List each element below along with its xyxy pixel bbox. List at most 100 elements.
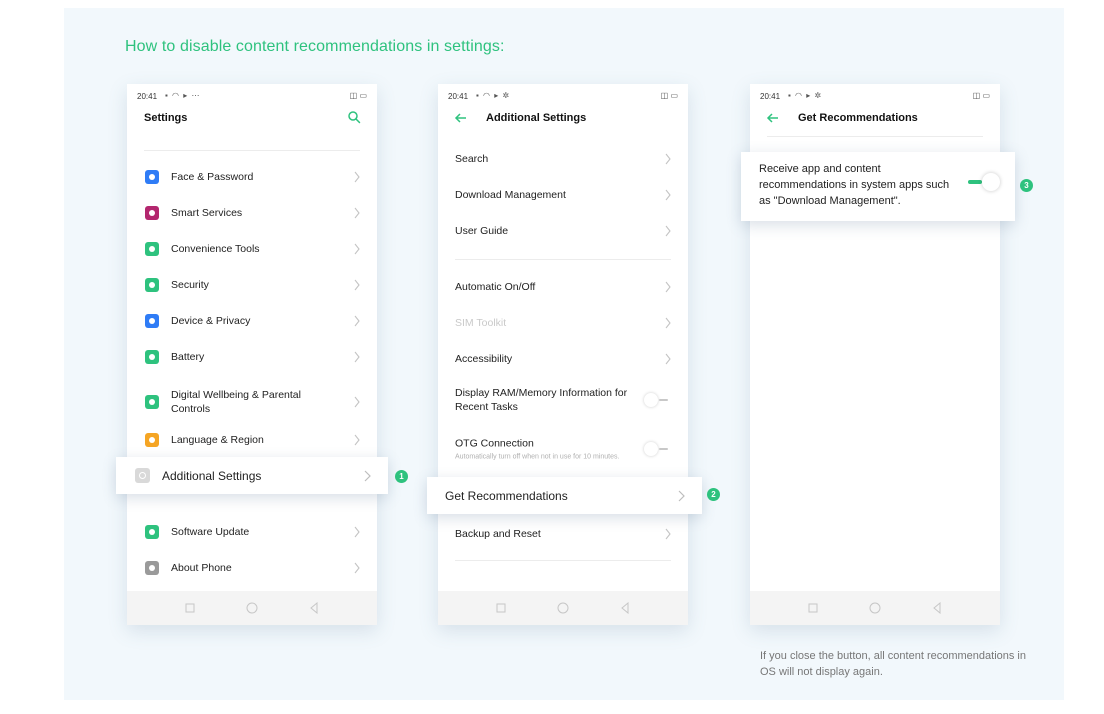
settings-item-label: Language & Region bbox=[171, 434, 264, 446]
home-icon[interactable] bbox=[869, 602, 881, 614]
callout-label: Get Recommendations bbox=[445, 488, 568, 503]
chevron-right-icon bbox=[354, 526, 360, 538]
home-icon[interactable] bbox=[557, 602, 569, 614]
settings-item[interactable]: OTG Connection Automatically turn off whe… bbox=[438, 424, 688, 474]
additional-settings-callout[interactable]: Additional Settings bbox=[116, 457, 388, 494]
chevron-right-icon bbox=[354, 351, 360, 363]
settings-item[interactable]: Automatic On/Off bbox=[438, 269, 688, 305]
chevron-right-icon bbox=[665, 353, 671, 365]
step-badge-1: 1 bbox=[395, 470, 408, 483]
phone-additional-settings-screen: 20:41 ▪ ◠ ▸ ✲ ◫ ▭ Additional Settings Se… bbox=[438, 84, 688, 625]
navigation-bar bbox=[438, 591, 688, 625]
back-nav-icon[interactable] bbox=[619, 602, 631, 614]
chevron-right-icon bbox=[354, 396, 360, 408]
home-icon[interactable] bbox=[246, 602, 258, 614]
settings-item[interactable]: Digital Wellbeing & Parental Controls bbox=[127, 380, 377, 424]
smart-services-icon bbox=[145, 206, 159, 220]
face-password-icon bbox=[145, 170, 159, 184]
chevron-right-icon bbox=[665, 189, 671, 201]
chevron-right-icon bbox=[354, 562, 360, 574]
page-title: Additional Settings bbox=[486, 112, 587, 124]
status-time: 20:41 bbox=[448, 92, 469, 101]
chevron-right-icon bbox=[354, 279, 360, 291]
recent-apps-icon[interactable] bbox=[184, 602, 196, 614]
callout-label: Additional Settings bbox=[162, 468, 262, 483]
settings-item-label: OTG Connection bbox=[455, 437, 534, 450]
chevron-right-icon bbox=[665, 225, 671, 237]
settings-item[interactable]: Download Management bbox=[438, 177, 688, 213]
digital-wellbeing-icon bbox=[145, 395, 159, 409]
chevron-right-icon bbox=[665, 153, 671, 165]
recent-apps-icon[interactable] bbox=[807, 602, 819, 614]
chevron-right-icon bbox=[354, 434, 360, 446]
status-time: 20:41 bbox=[137, 92, 158, 101]
settings-item-label: Display RAM/Memory Information for Recen… bbox=[455, 387, 628, 413]
status-time: 20:41 bbox=[760, 92, 781, 101]
status-bar: 20:41 ▪ ◠ ▸ ⋯ ◫ ▭ bbox=[137, 91, 367, 102]
status-icons: ▪ ◠ ▸ ✲ bbox=[788, 91, 823, 100]
divider bbox=[767, 136, 983, 137]
settings-item[interactable]: Battery bbox=[127, 339, 377, 375]
chevron-right-icon bbox=[665, 528, 671, 540]
device-privacy-icon bbox=[145, 314, 159, 328]
page-title: Settings bbox=[144, 112, 188, 124]
recommendations-toggle[interactable] bbox=[968, 173, 1000, 191]
chevron-right-icon bbox=[354, 171, 360, 183]
software-update-icon bbox=[145, 525, 159, 539]
settings-item[interactable]: Backup and Reset bbox=[438, 516, 688, 552]
step-badge-3: 3 bbox=[1020, 179, 1033, 192]
search-icon[interactable] bbox=[347, 110, 361, 124]
get-recommendations-callout[interactable]: Get Recommendations bbox=[427, 477, 702, 514]
recent-apps-icon[interactable] bbox=[495, 602, 507, 614]
status-bar: 20:41 ▪ ◠ ▸ ✲ ◫ ▭ bbox=[448, 91, 678, 102]
settings-item[interactable]: Smart Services bbox=[127, 195, 377, 231]
battery-icon bbox=[145, 350, 159, 364]
settings-item[interactable]: Accessibility bbox=[438, 341, 688, 377]
settings-item-label: Face & Password bbox=[171, 171, 254, 183]
settings-item[interactable]: Device & Privacy bbox=[127, 303, 377, 339]
settings-item-label: Accessibility bbox=[455, 353, 513, 365]
status-icons: ▪ ◠ ▸ ⋯ bbox=[165, 91, 201, 100]
settings-item-label: Convenience Tools bbox=[171, 243, 260, 255]
status-bar: 20:41 ▪ ◠ ▸ ✲ ◫ ▭ bbox=[760, 91, 990, 102]
settings-item[interactable]: Search bbox=[438, 141, 688, 177]
about-phone-icon bbox=[145, 561, 159, 575]
settings-item[interactable]: Language & Region bbox=[127, 422, 377, 458]
back-nav-icon[interactable] bbox=[308, 602, 320, 614]
toggle-switch[interactable] bbox=[644, 442, 670, 456]
chevron-right-icon bbox=[354, 315, 360, 327]
settings-item[interactable]: Face & Password bbox=[127, 159, 377, 195]
recommendations-toggle-callout: Receive app and content recommendations … bbox=[741, 152, 1015, 221]
settings-item-label: User Guide bbox=[455, 225, 509, 237]
toggle-switch[interactable] bbox=[644, 393, 670, 407]
status-icons: ▪ ◠ ▸ ✲ bbox=[476, 91, 511, 100]
battery-status-icon: ◫ ▭ bbox=[972, 91, 990, 100]
back-arrow-icon[interactable] bbox=[766, 111, 780, 125]
chevron-right-icon bbox=[354, 207, 360, 219]
settings-item-label: About Phone bbox=[171, 562, 232, 574]
settings-item-label: Digital Wellbeing & Parental Controls bbox=[171, 389, 301, 415]
page-title: Get Recommendations bbox=[798, 112, 918, 124]
settings-item-label: Search bbox=[455, 153, 489, 165]
settings-item-label: Device & Privacy bbox=[171, 315, 251, 327]
settings-item-label: Download Management bbox=[455, 189, 566, 201]
language-region-icon bbox=[145, 433, 159, 447]
settings-item[interactable]: Display RAM/Memory Information for Recen… bbox=[438, 380, 688, 420]
step-badge-2: 2 bbox=[707, 488, 720, 501]
tutorial-title: How to disable content recommendations i… bbox=[125, 38, 505, 55]
chevron-right-icon bbox=[678, 490, 685, 501]
back-nav-icon[interactable] bbox=[931, 602, 943, 614]
settings-item[interactable]: Software Update bbox=[127, 514, 377, 550]
footnote: If you close the button, all content rec… bbox=[760, 650, 1026, 678]
settings-item[interactable]: Convenience Tools bbox=[127, 231, 377, 267]
settings-item[interactable]: About Phone bbox=[127, 550, 377, 586]
settings-item-label: Backup and Reset bbox=[455, 528, 541, 540]
settings-item[interactable]: User Guide bbox=[438, 213, 688, 249]
settings-item-label: Software Update bbox=[171, 526, 250, 538]
back-arrow-icon[interactable] bbox=[454, 111, 468, 125]
chevron-right-icon bbox=[665, 281, 671, 293]
navigation-bar bbox=[127, 591, 377, 625]
settings-item[interactable]: Security bbox=[127, 267, 377, 303]
navigation-bar bbox=[750, 591, 1000, 625]
settings-item: SIM Toolkit bbox=[438, 305, 688, 341]
